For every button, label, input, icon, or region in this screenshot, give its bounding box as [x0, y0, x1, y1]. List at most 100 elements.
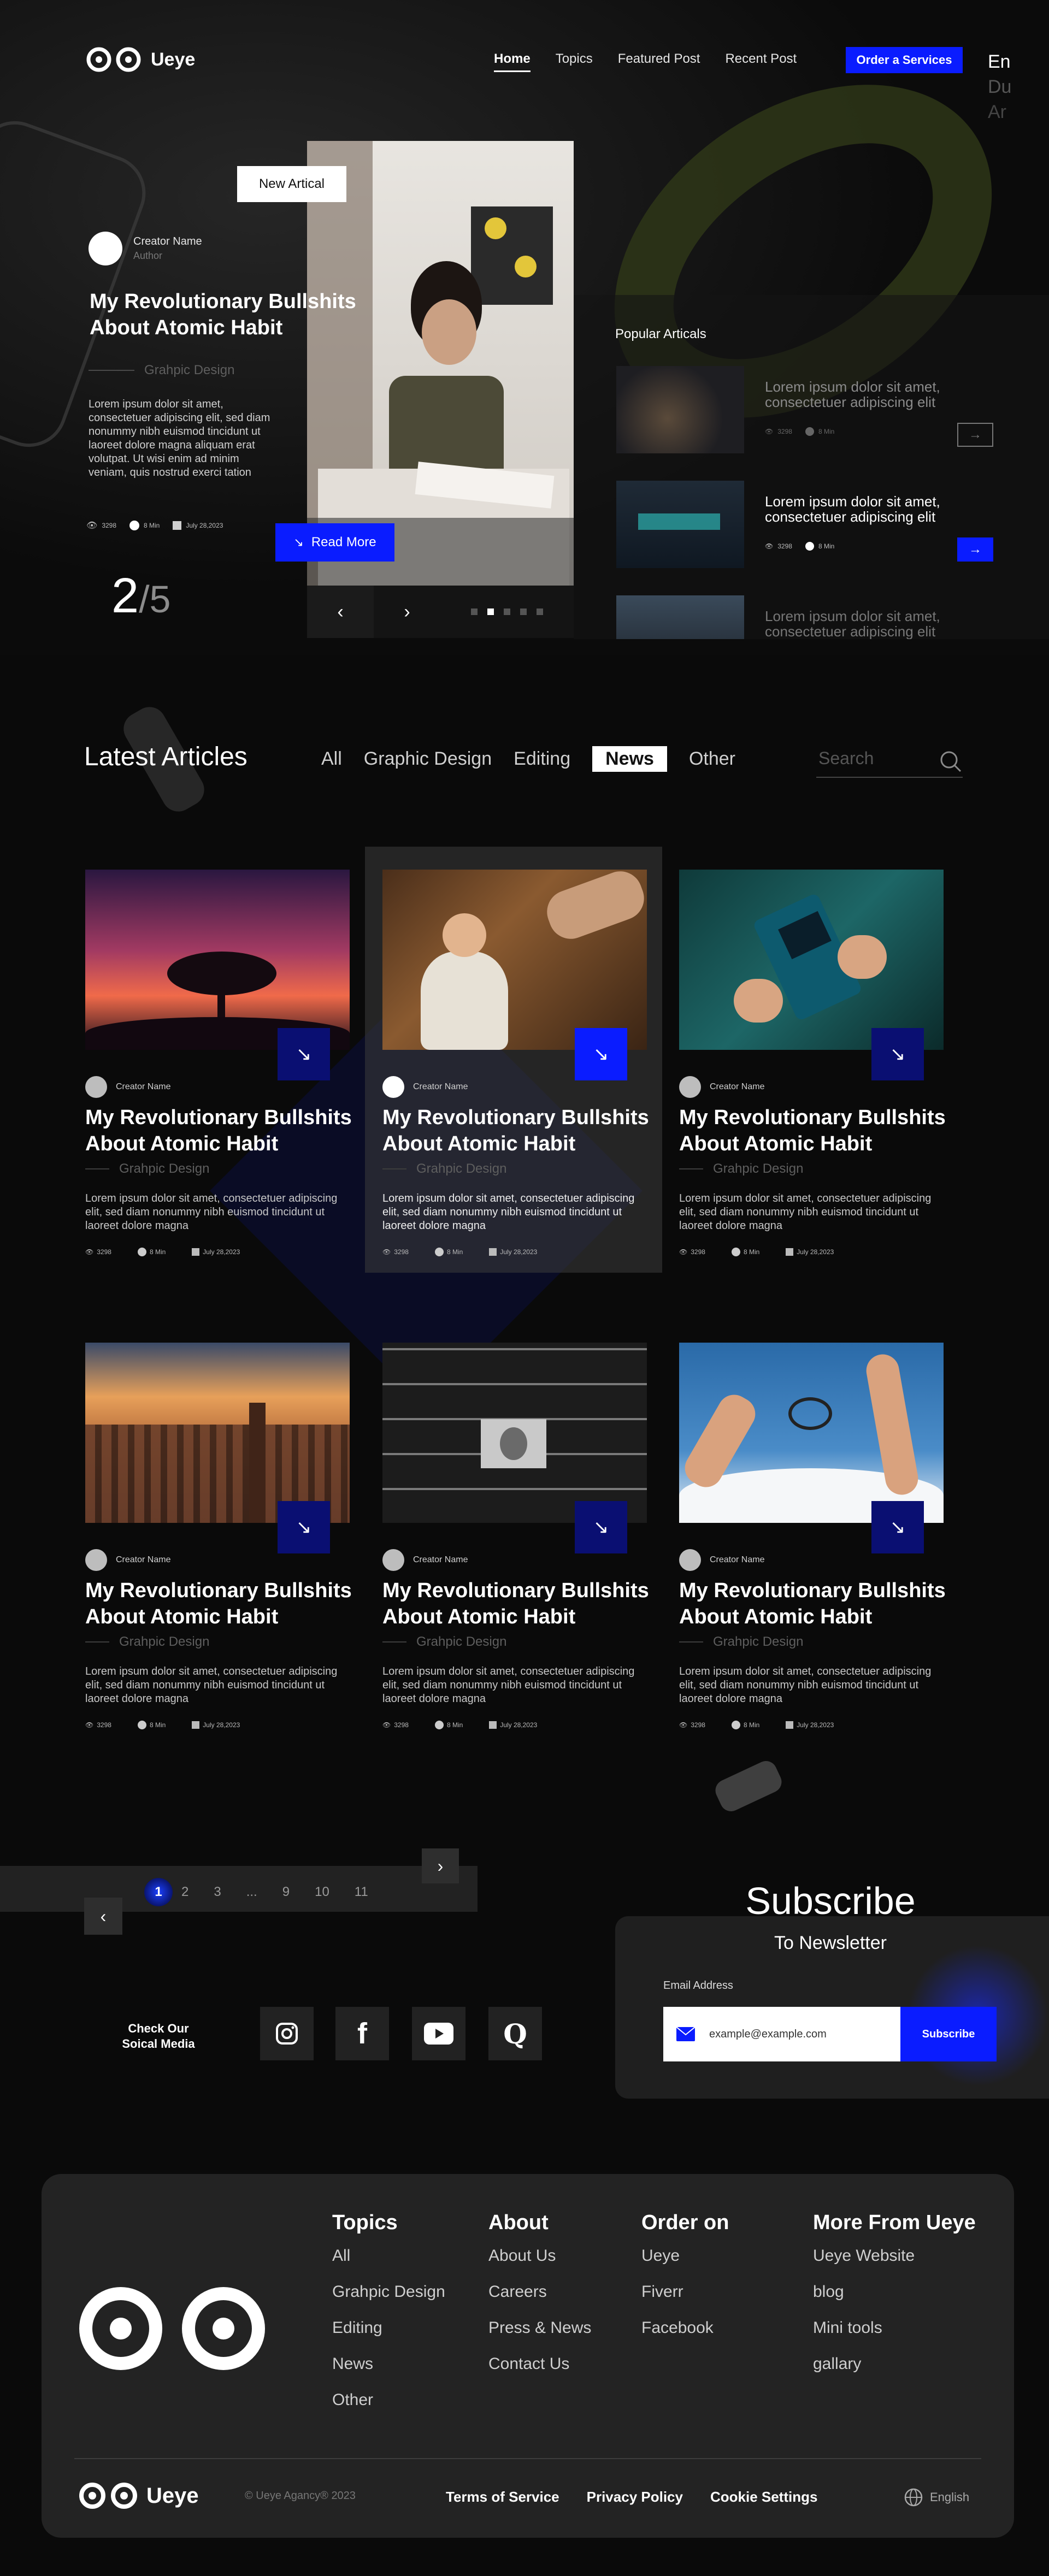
popular-item[interactable]: Lorem ipsum dolor sit amet, consectetuer…: [616, 595, 993, 639]
page-2[interactable]: 2: [181, 1884, 188, 1900]
article-title[interactable]: My Revolutionary Bullshits About Atomic …: [85, 1104, 358, 1157]
footer-link[interactable]: Careers: [488, 2283, 591, 2301]
nav-item-featured-post[interactable]: Featured Post: [618, 51, 700, 67]
article-card[interactable]: ↘ Creator Name My Revolutionary Bullshit…: [85, 1343, 358, 1736]
popular-thumb: [616, 595, 744, 639]
footer-link[interactable]: Ueye: [641, 2247, 729, 2265]
slider-next-button[interactable]: ›: [374, 586, 440, 638]
article-card[interactable]: ↘ Creator Name My Revolutionary Bullshit…: [679, 1343, 952, 1736]
article-card[interactable]: ↘ Creator Name My Revolutionary Bullshit…: [382, 870, 656, 1263]
lang-du[interactable]: Du: [988, 74, 1011, 99]
slider-prev-button[interactable]: ‹: [307, 586, 374, 638]
read-more-button[interactable]: ↘ Read More: [275, 523, 394, 562]
card-arrow-button[interactable]: ↘: [278, 1501, 330, 1553]
article-title[interactable]: My Revolutionary Bullshits About Atomic …: [382, 1577, 656, 1630]
filter-all[interactable]: All: [321, 748, 342, 770]
nav-item-topics[interactable]: Topics: [556, 51, 593, 67]
search-box[interactable]: Search: [816, 746, 963, 778]
hero-creator-name: Creator Name: [133, 235, 202, 247]
lang-en[interactable]: En: [988, 49, 1011, 74]
article-title[interactable]: My Revolutionary Bullshits About Atomic …: [382, 1104, 656, 1157]
card-arrow-button[interactable]: ↘: [278, 1028, 330, 1080]
slider-dot[interactable]: [520, 608, 527, 615]
footer-link[interactable]: Mini tools: [813, 2319, 976, 2337]
footer-link[interactable]: All: [332, 2247, 445, 2265]
filter-other[interactable]: Other: [689, 748, 735, 770]
page-3[interactable]: 3: [214, 1884, 221, 1900]
lang-ar[interactable]: Ar: [988, 99, 1011, 125]
social-facebook-button[interactable]: f: [335, 2007, 389, 2060]
slider-dot[interactable]: [504, 608, 510, 615]
hero-title[interactable]: My Revolutionary Bullshits About Atomic …: [90, 288, 357, 341]
brand-logo[interactable]: Ueye: [85, 46, 195, 73]
slider-dot[interactable]: [537, 608, 543, 615]
footer-link[interactable]: Grahpic Design: [332, 2283, 445, 2301]
article-card[interactable]: ↘ Creator Name My Revolutionary Bullshit…: [679, 870, 952, 1263]
article-title[interactable]: My Revolutionary Bullshits About Atomic …: [679, 1104, 952, 1157]
calendar-icon: [489, 1248, 497, 1256]
page-9[interactable]: 9: [282, 1884, 290, 1900]
slider-dot-active[interactable]: [487, 608, 494, 615]
eye-icon: 👁: [85, 1248, 94, 1256]
article-category: Grahpic Design: [416, 1161, 507, 1176]
social-youtube-button[interactable]: [412, 2007, 465, 2060]
filter-editing[interactable]: Editing: [514, 748, 570, 770]
popular-item[interactable]: Lorem ipsum dolor sit amet, consectetuer…: [616, 366, 993, 459]
email-field[interactable]: example@example.com: [663, 2007, 900, 2061]
popular-arrow-button[interactable]: →: [957, 537, 993, 562]
creator-avatar: [85, 1549, 107, 1571]
email-input[interactable]: example@example.com: [709, 2028, 827, 2041]
footer-link[interactable]: Ueye Website: [813, 2247, 976, 2265]
cookie-link[interactable]: Cookie Settings: [710, 2489, 817, 2506]
logo-mark-icon: [79, 2483, 137, 2509]
card-arrow-button[interactable]: ↘: [575, 1501, 627, 1553]
filter-graphic-design[interactable]: Graphic Design: [364, 748, 492, 770]
footer-link[interactable]: News: [332, 2355, 445, 2373]
pagination-prev-button[interactable]: ‹: [84, 1898, 122, 1935]
search-icon[interactable]: [939, 749, 963, 773]
article-card[interactable]: ↘ Creator Name My Revolutionary Bullshit…: [382, 1343, 656, 1736]
footer-divider: [74, 2458, 981, 2459]
footer-language[interactable]: English: [904, 2488, 969, 2507]
footer-link[interactable]: Facebook: [641, 2319, 729, 2337]
footer-brand[interactable]: Ueye: [78, 2481, 199, 2510]
article-title[interactable]: My Revolutionary Bullshits About Atomic …: [85, 1577, 358, 1630]
footer-link[interactable]: Fiverr: [641, 2283, 729, 2301]
popular-item[interactable]: Lorem ipsum dolor sit amet, consectetuer…: [616, 481, 993, 574]
pagination-next-button[interactable]: ›: [422, 1848, 459, 1883]
footer-link[interactable]: Editing: [332, 2319, 445, 2337]
eye-icon: 👁: [679, 1248, 688, 1256]
footer-link[interactable]: Other: [332, 2391, 445, 2409]
order-service-button[interactable]: Order a Services: [846, 47, 963, 73]
footer-link[interactable]: gallary: [813, 2355, 976, 2373]
footer-link[interactable]: Press & News: [488, 2319, 591, 2337]
eye-icon: 👁: [765, 542, 774, 550]
clock-icon: [137, 1248, 146, 1256]
card-arrow-button[interactable]: ↘: [871, 1501, 924, 1553]
footer-link[interactable]: blog: [813, 2283, 976, 2301]
hero-category: Grahpic Design: [89, 363, 234, 378]
filter-news[interactable]: News: [592, 746, 667, 772]
social-instagram-button[interactable]: [260, 2007, 314, 2060]
page-1[interactable]: 1: [144, 1878, 173, 1906]
social-quora-button[interactable]: Q: [488, 2007, 542, 2060]
page-10[interactable]: 10: [315, 1884, 329, 1900]
page-11[interactable]: 11: [355, 1884, 368, 1900]
search-input[interactable]: Search: [818, 748, 874, 769]
slider-dot[interactable]: [471, 608, 478, 615]
article-title[interactable]: My Revolutionary Bullshits About Atomic …: [679, 1577, 952, 1630]
footer-link[interactable]: Contact Us: [488, 2355, 591, 2373]
eye-icon: 👁: [85, 1721, 94, 1729]
privacy-link[interactable]: Privacy Policy: [587, 2489, 683, 2506]
card-arrow-button[interactable]: ↘: [871, 1028, 924, 1080]
footer-link[interactable]: About Us: [488, 2247, 591, 2265]
card-arrow-button[interactable]: ↘: [575, 1028, 627, 1080]
terms-link[interactable]: Terms of Service: [446, 2489, 559, 2506]
clock-icon: [805, 427, 814, 436]
nav-item-recent-post[interactable]: Recent Post: [725, 51, 797, 67]
subscribe-button[interactable]: Subscribe: [900, 2007, 997, 2061]
slide-current: 2: [111, 569, 139, 623]
nav-item-home[interactable]: Home: [494, 51, 531, 72]
article-card[interactable]: ↘ Creator Name My Revolutionary Bullshit…: [85, 870, 358, 1263]
popular-arrow-button[interactable]: →: [957, 423, 993, 447]
